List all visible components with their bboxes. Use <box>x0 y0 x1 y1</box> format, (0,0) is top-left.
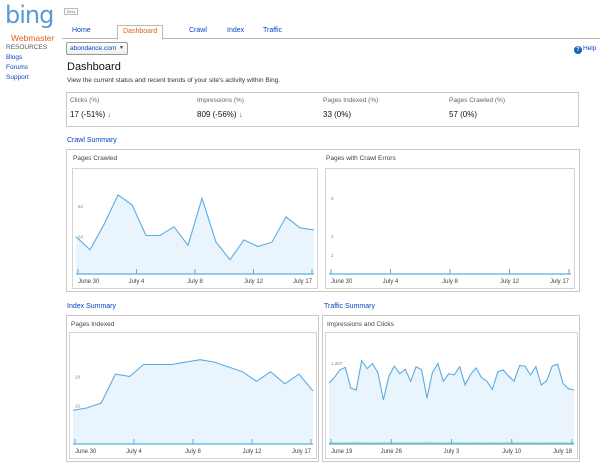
y-tick-label: 62 <box>78 204 84 209</box>
stat-label: Pages Crawled (%) <box>449 97 505 104</box>
chart-svg: 28168June 30July 4July 8July 12July 17 <box>72 347 314 455</box>
x-tick-label: July 17 <box>550 279 570 285</box>
tab-traffic[interactable]: Traffic <box>258 25 287 39</box>
help-label: Help <box>583 45 597 52</box>
main-nav-tabs: Home Dashboard Crawl Index Traffic <box>62 25 600 40</box>
tab-crawl[interactable]: Crawl <box>184 25 212 39</box>
x-tick-label: June 19 <box>331 449 353 455</box>
x-tick-label: July 3 <box>444 449 460 455</box>
x-tick-label: June 30 <box>75 449 97 455</box>
logo-wordmark: bing <box>5 1 54 29</box>
x-tick-label: July 17 <box>292 449 312 455</box>
pages-crawled-chart: 623417June 30July 4July 8July 12July 17 <box>72 168 318 289</box>
sidebar-link-support[interactable]: Support <box>6 73 47 83</box>
sidebar-link-blogs[interactable]: Blogs <box>6 53 47 63</box>
x-tick-label: July 12 <box>500 279 520 285</box>
help-link[interactable]: ? Help <box>574 45 596 54</box>
x-tick-label: June 30 <box>78 279 100 285</box>
x-tick-label: July 8 <box>187 279 203 285</box>
crawl-summary-link[interactable]: Crawl Summary <box>67 137 117 144</box>
stat-value: 17 (-51%) ↓ <box>70 110 112 119</box>
chart-svg: 1,287858429June 19June 26July 3July 10Ju… <box>328 347 575 455</box>
stat-value: 57 (0%) <box>449 110 478 119</box>
sidebar: RESOURCES Blogs Forums Support <box>6 44 47 83</box>
pages-indexed-chart: 28168June 30July 4July 8July 12July 17 <box>69 332 317 459</box>
tab-dashboard[interactable]: Dashboard <box>117 25 164 40</box>
traffic-summary-panel: Impressions and Clicks 1,287858429June 1… <box>322 315 580 462</box>
x-tick-label: July 8 <box>185 449 201 455</box>
chevron-down-icon: ▼ <box>119 45 124 51</box>
crawl-errors-chart: 8 4 2 June 30 July 4 July 8 July 12 July 17 <box>325 168 575 289</box>
x-tick-label: June 30 <box>331 279 353 285</box>
plot-area <box>329 183 571 274</box>
chart-title: Pages Indexed <box>71 321 115 328</box>
x-tick-label: July 4 <box>126 449 142 455</box>
stat-label: Impressions (%) <box>197 97 244 104</box>
site-selector-value: abondance.com <box>70 45 117 52</box>
chart-svg: 623417June 30July 4July 8July 12July 17 <box>75 183 315 285</box>
x-tick-label: July 4 <box>129 279 145 285</box>
help-icon: ? <box>574 46 582 54</box>
stat-label: Clicks (%) <box>70 97 100 104</box>
x-tick-label: June 26 <box>381 449 403 455</box>
stat-value: 33 (0%) <box>323 110 352 119</box>
tab-home[interactable]: Home <box>67 25 96 39</box>
index-summary-panel: Pages Indexed 28168June 30July 4July 8Ju… <box>66 315 319 462</box>
x-tick-label: July 10 <box>502 449 522 455</box>
crawl-summary-panel: Pages Crawled Pages with Crawl Errors 62… <box>66 149 580 292</box>
chart-title: Impressions and Clicks <box>327 321 394 328</box>
impressions-clicks-chart: 1,287858429June 19June 26July 3July 10Ju… <box>325 332 578 459</box>
arrow-down-icon: ↓ <box>238 110 243 119</box>
y-tick-label: 1,287 <box>331 361 343 366</box>
beta-badge: Beta <box>64 8 79 15</box>
chart-svg: 842June 30 July 4 July 8 July 12 July 17 <box>329 183 571 285</box>
sidebar-heading: RESOURCES <box>6 44 48 51</box>
site-selector[interactable]: abondance.com ▼ <box>66 42 128 55</box>
index-summary-link[interactable]: Index Summary <box>67 303 116 310</box>
page-title: Dashboard <box>67 61 121 73</box>
stat-value: 809 (-56%) ↓ <box>197 110 243 119</box>
page-description: View the current status and recent trend… <box>67 77 281 84</box>
x-tick-label: July 12 <box>242 449 262 455</box>
x-tick-label: July 18 <box>553 449 573 455</box>
sidebar-link-forums[interactable]: Forums <box>6 63 47 73</box>
chart-title: Pages with Crawl Errors <box>326 155 396 162</box>
x-tick-label: July 8 <box>442 279 458 285</box>
chart-title: Pages Crawled <box>73 155 118 162</box>
arrow-down-icon: ↓ <box>107 110 112 119</box>
stat-label: Pages Indexed (%) <box>323 97 379 104</box>
x-tick-label: July 12 <box>244 279 264 285</box>
bing-logo[interactable]: bing Beta Webmaster <box>5 1 79 43</box>
x-tick-label: July 4 <box>383 279 399 285</box>
stats-summary: Clicks (%) 17 (-51%) ↓ Impressions (%) 80… <box>66 92 579 127</box>
product-name: Webmaster <box>11 33 55 43</box>
y-tick-label: 28 <box>75 375 81 380</box>
tab-index[interactable]: Index <box>222 25 249 39</box>
traffic-summary-link[interactable]: Traffic Summary <box>324 303 375 310</box>
y-tick-label: 16 <box>75 403 81 408</box>
x-tick-label: July 17 <box>293 279 313 285</box>
